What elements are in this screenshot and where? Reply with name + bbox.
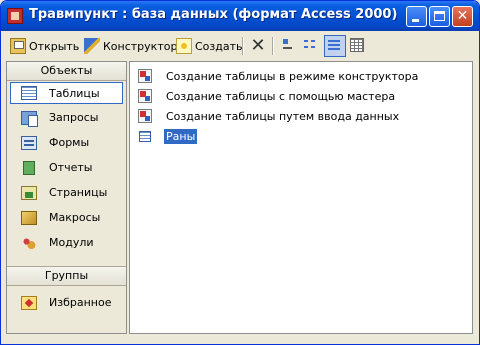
sidebar-item-label: Таблицы — [49, 86, 100, 100]
sidebar-item-label: Страницы — [49, 186, 108, 199]
toolbar-separator — [242, 37, 244, 55]
sidebar-item-label: Запросы — [49, 111, 99, 124]
list-item-label: Раны — [164, 128, 198, 144]
sidebar-item-label: Макросы — [49, 211, 101, 224]
open-button[interactable]: Открыть — [10, 35, 79, 57]
macros-icon — [21, 210, 37, 225]
object-list: Создание таблицы в режиме конструктора С… — [129, 61, 473, 334]
design-button[interactable]: Конструктор — [84, 35, 177, 57]
delete-icon: ✕ — [250, 35, 266, 56]
database-client-area: Объекты Таблицы Запросы Формы Отчеты Стр… — [6, 61, 473, 336]
open-icon — [10, 38, 26, 54]
groups-header[interactable]: Группы — [7, 266, 126, 286]
delete-button[interactable]: ✕ — [250, 35, 269, 57]
list-item[interactable]: Создание таблицы в режиме конструктора — [138, 67, 418, 85]
create-icon — [176, 38, 192, 54]
small-icons-view-button[interactable] — [301, 35, 323, 57]
design-icon — [84, 38, 100, 54]
maximize-button[interactable] — [429, 6, 450, 27]
details-view-icon — [350, 38, 364, 52]
tables-icon — [21, 86, 37, 100]
large-icons-icon — [281, 38, 295, 52]
list-item-label: Создание таблицы с помощью мастера — [166, 89, 396, 103]
list-item-selected[interactable]: Раны — [138, 127, 198, 145]
modules-icon — [21, 235, 37, 250]
sidebar-item-label: Избранное — [49, 296, 112, 309]
window-title: Травмпункт : база данных (формат Access … — [29, 7, 398, 22]
sidebar-item-forms[interactable]: Формы — [7, 130, 126, 155]
sidebar-item-label: Отчеты — [49, 161, 93, 174]
close-button[interactable]: ✕ — [452, 6, 473, 27]
design-label: Конструктор — [103, 39, 178, 53]
forms-icon — [21, 135, 37, 150]
toolbar-separator — [272, 37, 274, 55]
wizard-icon — [138, 89, 152, 103]
sidebar-item-reports[interactable]: Отчеты — [7, 155, 126, 180]
sidebar-item-pages[interactable]: Страницы — [7, 180, 126, 205]
sidebar-item-favorites[interactable]: Избранное — [7, 290, 126, 315]
wizard-icon — [138, 109, 152, 123]
create-button[interactable]: Создать — [176, 35, 243, 57]
sidebar-item-tables[interactable]: Таблицы — [10, 82, 123, 104]
small-icons-icon — [304, 38, 318, 52]
sidebar-item-macros[interactable]: Макросы — [7, 205, 126, 230]
details-view-button[interactable] — [347, 35, 369, 57]
list-view-icon — [328, 39, 342, 53]
database-window: Травмпункт : база данных (формат Access … — [0, 0, 480, 345]
title-bar[interactable]: Травмпункт : база данных (формат Access … — [1, 1, 479, 31]
toolbar: Открыть Конструктор Создать ✕ — [4, 33, 476, 59]
objects-header[interactable]: Объекты — [7, 62, 126, 81]
list-view-button[interactable] — [324, 35, 346, 57]
list-item[interactable]: Создание таблицы путем ввода данных — [138, 107, 399, 125]
wizard-icon — [138, 69, 152, 83]
list-item[interactable]: Создание таблицы с помощью мастера — [138, 87, 395, 105]
table-icon — [139, 130, 151, 142]
pages-icon — [21, 185, 37, 200]
open-label: Открыть — [29, 39, 80, 53]
list-item-label: Создание таблицы в режиме конструктора — [166, 69, 419, 83]
sidebar-item-queries[interactable]: Запросы — [7, 105, 126, 130]
favorites-icon — [21, 295, 37, 310]
reports-icon — [23, 160, 35, 175]
access-app-icon[interactable] — [7, 8, 23, 24]
minimize-button[interactable] — [406, 6, 427, 27]
list-item-label: Создание таблицы путем ввода данных — [166, 109, 400, 123]
sidebar-item-label: Формы — [49, 136, 90, 149]
sidebar-item-label: Модули — [49, 236, 94, 249]
minimize-icon — [412, 19, 419, 22]
objects-bar: Объекты Таблицы Запросы Формы Отчеты Стр… — [6, 61, 127, 334]
maximize-icon — [434, 11, 445, 21]
create-label: Создать — [195, 39, 243, 53]
large-icons-view-button[interactable] — [278, 35, 300, 57]
queries-icon — [21, 110, 38, 127]
sidebar-item-modules[interactable]: Модули — [7, 230, 126, 255]
close-icon: ✕ — [456, 8, 469, 24]
